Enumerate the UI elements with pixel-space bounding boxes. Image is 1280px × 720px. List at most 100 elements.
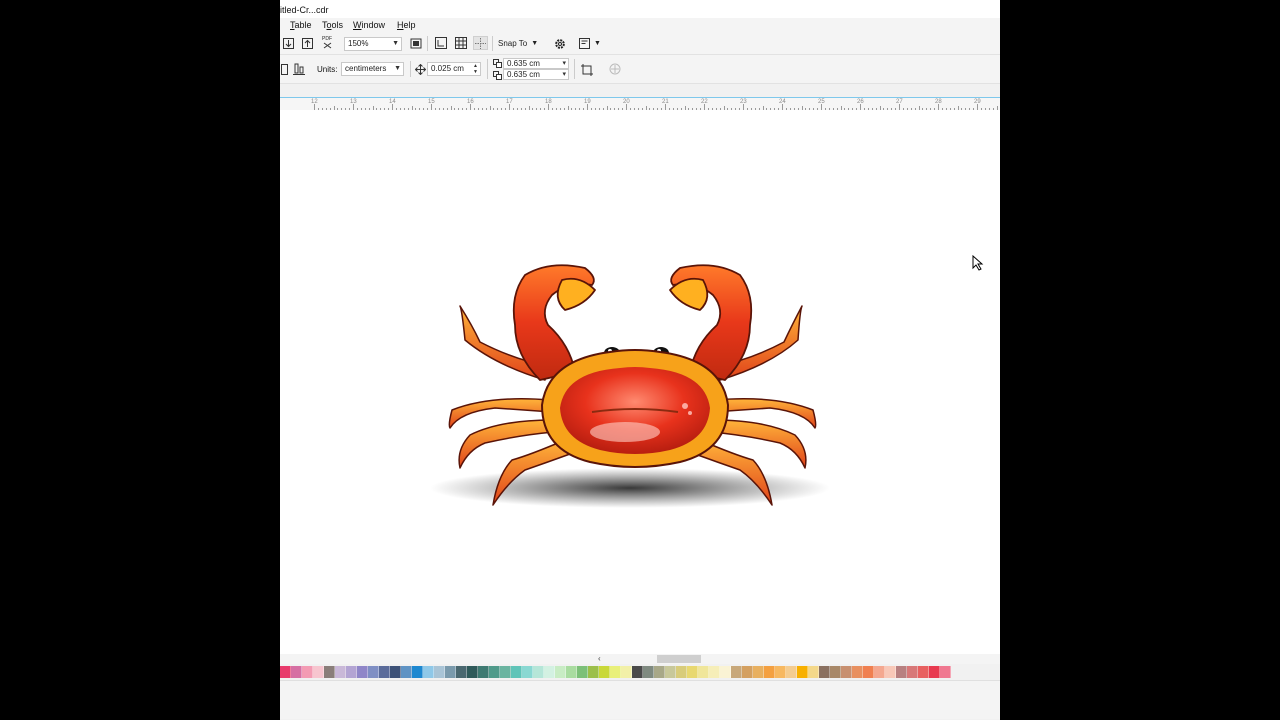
duplicate-distance-y-field[interactable]: 0.635 cm ▾ — [503, 69, 569, 80]
publish-pdf-icon[interactable]: PDF — [320, 36, 334, 50]
color-swatch[interactable] — [797, 666, 808, 678]
color-swatch[interactable] — [841, 666, 852, 678]
color-swatch[interactable] — [478, 666, 489, 678]
menu-table[interactable]: Table — [290, 20, 312, 30]
color-swatch[interactable] — [522, 666, 533, 678]
drawing-canvas[interactable] — [280, 110, 1000, 654]
color-swatch[interactable] — [313, 666, 324, 678]
units-combo[interactable]: centimeters ▼ — [341, 62, 404, 76]
color-swatch[interactable] — [808, 666, 819, 678]
color-swatch[interactable] — [852, 666, 863, 678]
add-crosshair-icon[interactable] — [609, 63, 621, 75]
color-swatch[interactable] — [885, 666, 896, 678]
color-palette[interactable] — [280, 666, 1000, 678]
crab-illustration[interactable] — [280, 110, 1000, 654]
color-swatch[interactable] — [742, 666, 753, 678]
color-swatch[interactable] — [588, 666, 599, 678]
color-swatch[interactable] — [357, 666, 368, 678]
align-bottom-icon[interactable] — [292, 63, 305, 75]
color-swatch[interactable] — [456, 666, 467, 678]
duplicate-distance-x-field[interactable]: 0.635 cm ▾ — [503, 58, 569, 69]
color-swatch[interactable] — [896, 666, 907, 678]
export-icon[interactable] — [301, 37, 313, 49]
options-gear-icon[interactable] — [553, 37, 566, 50]
color-swatch[interactable] — [467, 666, 478, 678]
color-swatch[interactable] — [533, 666, 544, 678]
color-swatch[interactable] — [764, 666, 775, 678]
color-swatch[interactable] — [698, 666, 709, 678]
standard-toolbar: PDF 150% ▼ Snap To ▼ ▼ — [280, 33, 1000, 55]
color-swatch[interactable] — [599, 666, 610, 678]
page-icon[interactable] — [280, 63, 288, 75]
color-swatch[interactable] — [489, 666, 500, 678]
color-swatch[interactable] — [654, 666, 665, 678]
color-swatch[interactable] — [874, 666, 885, 678]
status-bar — [280, 680, 1000, 719]
color-swatch[interactable] — [731, 666, 742, 678]
title-bar: itled-Cr...cdr — [280, 0, 1000, 18]
color-swatch[interactable] — [907, 666, 918, 678]
treat-as-filled-icon[interactable] — [580, 63, 593, 76]
zoom-level-combo[interactable]: 150% ▼ — [344, 37, 402, 51]
units-label: Units: — [317, 65, 338, 74]
color-swatch[interactable] — [929, 666, 940, 678]
color-swatch[interactable] — [819, 666, 830, 678]
color-swatch[interactable] — [577, 666, 588, 678]
color-swatch[interactable] — [918, 666, 929, 678]
color-swatch[interactable] — [280, 666, 291, 678]
color-swatch[interactable] — [720, 666, 731, 678]
mouse-cursor-icon — [972, 254, 984, 273]
menu-help[interactable]: Help — [397, 20, 416, 30]
color-swatch[interactable] — [676, 666, 687, 678]
window-title: itled-Cr...cdr — [280, 5, 329, 15]
color-swatch[interactable] — [511, 666, 522, 678]
color-swatch[interactable] — [555, 666, 566, 678]
color-swatch[interactable] — [302, 666, 313, 678]
show-rulers-icon[interactable] — [434, 37, 447, 49]
color-swatch[interactable] — [500, 666, 511, 678]
color-swatch[interactable] — [544, 666, 555, 678]
color-swatch[interactable] — [830, 666, 841, 678]
color-swatch[interactable] — [291, 666, 302, 678]
color-swatch[interactable] — [445, 666, 456, 678]
horizontal-scrollbar[interactable]: ‹ — [280, 654, 1000, 664]
color-swatch[interactable] — [775, 666, 786, 678]
import-icon[interactable] — [282, 37, 294, 49]
color-swatch[interactable] — [379, 666, 390, 678]
full-screen-preview-icon[interactable] — [409, 37, 422, 49]
color-swatch[interactable] — [423, 666, 434, 678]
color-swatch[interactable] — [632, 666, 643, 678]
color-swatch[interactable] — [753, 666, 764, 678]
color-swatch[interactable] — [863, 666, 874, 678]
color-swatch[interactable] — [643, 666, 654, 678]
menu-window[interactable]: Window — [353, 20, 385, 30]
color-swatch[interactable] — [566, 666, 577, 678]
color-swatch[interactable] — [401, 666, 412, 678]
duplicate-distance-y-icon — [492, 70, 502, 80]
color-swatch[interactable] — [390, 666, 401, 678]
color-swatch[interactable] — [346, 666, 357, 678]
color-swatch[interactable] — [687, 666, 698, 678]
horizontal-ruler[interactable]: 12 13 14 15 16 17 18 19 20 21 22 23 24 25 26 27 28 29 — [280, 97, 1000, 111]
color-swatch[interactable] — [335, 666, 346, 678]
color-swatch[interactable] — [434, 666, 445, 678]
snap-to-dropdown[interactable]: Snap To ▼ — [498, 36, 544, 50]
scrollbar-thumb[interactable] — [657, 655, 701, 663]
color-swatch[interactable] — [368, 666, 379, 678]
show-guidelines-icon[interactable] — [473, 36, 488, 50]
color-swatch[interactable] — [665, 666, 676, 678]
scroll-left-arrow-icon[interactable]: ‹ — [598, 654, 601, 663]
app-launcher-dropdown[interactable]: ▼ — [579, 37, 601, 49]
color-swatch[interactable] — [324, 666, 335, 678]
color-swatch[interactable] — [412, 666, 423, 678]
property-bar: Units: centimeters ▼ 0.025 cm ▲ ▼ 0.635 cm… — [280, 55, 1000, 84]
nudge-distance-field[interactable]: 0.025 cm ▲ ▼ — [427, 62, 481, 76]
menu-tools[interactable]: Tools — [322, 20, 343, 30]
show-grid-icon[interactable] — [454, 37, 467, 49]
color-swatch[interactable] — [621, 666, 632, 678]
corel-app-window: itled-Cr...cdr Table Tools Window Help P… — [280, 0, 1000, 720]
color-swatch[interactable] — [940, 666, 951, 678]
color-swatch[interactable] — [786, 666, 797, 678]
color-swatch[interactable] — [709, 666, 720, 678]
color-swatch[interactable] — [610, 666, 621, 678]
